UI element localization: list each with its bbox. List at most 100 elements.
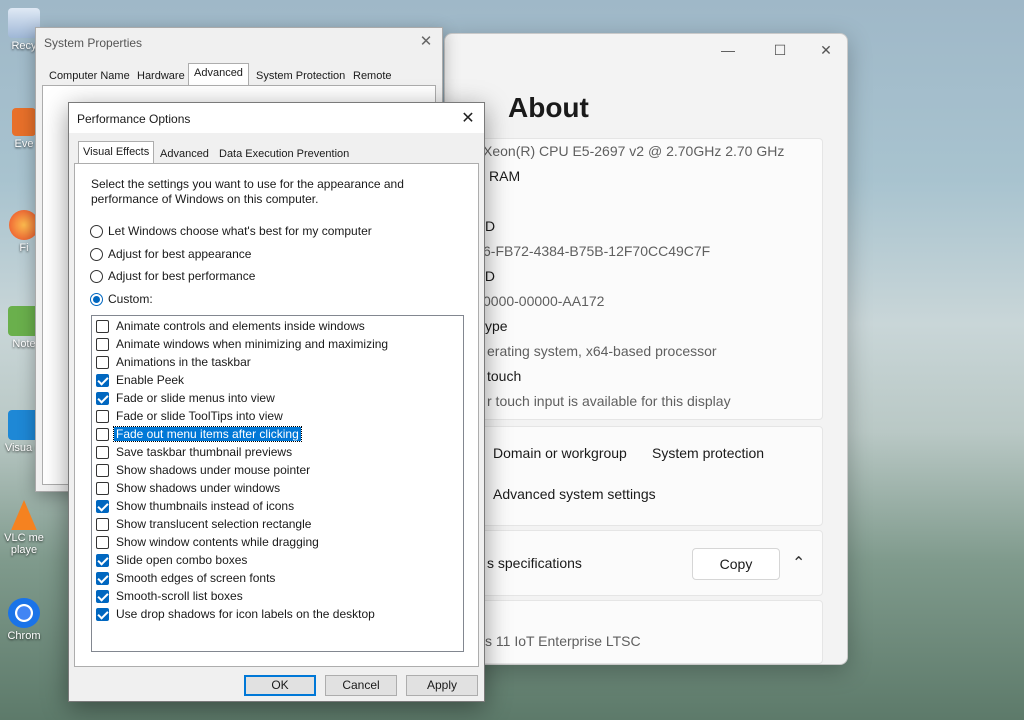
radio-best-appearance[interactable]: Adjust for best appearance: [90, 247, 251, 261]
pen-touch-label: touch: [487, 368, 522, 384]
checkbox[interactable]: [96, 517, 109, 531]
domain-workgroup-link[interactable]: Domain or workgroup: [493, 445, 627, 461]
visual-effects-list[interactable]: Animate controls and elements inside win…: [91, 315, 464, 652]
radio-label: Let Windows choose what's best for my co…: [108, 224, 372, 238]
apply-button[interactable]: Apply: [406, 675, 478, 696]
item-label: Fade out menu items after clicking: [113, 426, 302, 442]
related-links-card: [465, 426, 823, 526]
checkbox[interactable]: [96, 427, 109, 441]
window-title: System Properties: [44, 36, 143, 50]
list-item[interactable]: Fade or slide menus into view: [96, 389, 277, 407]
checkbox[interactable]: [96, 445, 109, 459]
radio-label: Adjust for best appearance: [108, 247, 252, 261]
radio-button: [90, 292, 103, 306]
system-protection-link[interactable]: System protection: [652, 445, 764, 461]
system-type-label: ype: [485, 318, 508, 334]
desktop-icon-vlc[interactable]: VLC me playe: [0, 500, 48, 556]
tab-data-execution-prevention[interactable]: Data Execution Prevention: [214, 145, 354, 163]
chevron-up-icon[interactable]: ⌃: [792, 553, 805, 573]
radio-label: Custom:: [108, 292, 153, 306]
item-label: Show thumbnails instead of icons: [116, 499, 295, 513]
advanced-system-settings-link[interactable]: Advanced system settings: [493, 486, 656, 502]
list-item[interactable]: Show shadows under mouse pointer: [96, 461, 312, 479]
checkbox[interactable]: [96, 607, 109, 621]
close-button[interactable]: ✕: [458, 108, 478, 128]
list-item[interactable]: Smooth edges of screen fonts: [96, 569, 277, 587]
pen-touch-value: r touch input is available for this disp…: [487, 393, 731, 409]
list-item[interactable]: Smooth-scroll list boxes: [96, 587, 245, 605]
checkbox[interactable]: [96, 319, 109, 333]
copy-button[interactable]: Copy: [692, 548, 780, 580]
page-title: About: [508, 92, 589, 123]
desktop-icon-label: Fi: [19, 242, 29, 254]
list-item[interactable]: Animate controls and elements inside win…: [96, 317, 367, 335]
checkbox[interactable]: [96, 355, 109, 369]
item-label: Smooth-scroll list boxes: [116, 589, 243, 603]
dialog-title: Performance Options: [77, 112, 191, 126]
list-item[interactable]: Show shadows under windows: [96, 479, 282, 497]
item-label: Slide open combo boxes: [116, 553, 248, 567]
everything-icon: [12, 108, 36, 136]
tab-advanced[interactable]: Advanced: [188, 63, 249, 86]
close-button[interactable]: ✕: [416, 32, 436, 52]
ram-label: RAM: [489, 168, 521, 184]
system-type-value: erating system, x64-based processor: [487, 343, 717, 359]
checkbox[interactable]: [96, 373, 109, 387]
list-item[interactable]: Animate windows when minimizing and maxi…: [96, 335, 390, 353]
desktop-icon-chrome[interactable]: Chrom: [0, 598, 48, 642]
maximize-button[interactable]: ☐: [765, 40, 795, 60]
item-label: Use drop shadows for icon labels on the …: [116, 607, 375, 621]
list-item[interactable]: Show translucent selection rectangle: [96, 515, 313, 533]
close-button[interactable]: ✕: [811, 40, 841, 60]
list-item[interactable]: Slide open combo boxes: [96, 551, 249, 569]
item-label: Animate controls and elements inside win…: [116, 319, 365, 333]
ok-button[interactable]: OK: [244, 675, 316, 696]
list-item[interactable]: Show thumbnails instead of icons: [96, 497, 296, 515]
item-label: Fade or slide menus into view: [116, 391, 275, 405]
list-item[interactable]: Save taskbar thumbnail previews: [96, 443, 294, 461]
product-id-value: 0000-00000-AA172: [483, 293, 605, 309]
checkbox[interactable]: [96, 499, 109, 513]
tab-advanced[interactable]: Advanced: [155, 145, 214, 163]
description-text: Select the settings you want to use for …: [91, 177, 404, 206]
tab-computer-name[interactable]: Computer Name: [43, 66, 136, 86]
radio-label: Adjust for best performance: [108, 269, 256, 283]
list-item[interactable]: Fade or slide ToolTips into view: [96, 407, 285, 425]
tab-remote[interactable]: Remote: [347, 66, 398, 86]
checkbox[interactable]: [96, 553, 109, 567]
item-label: Show shadows under windows: [116, 481, 281, 495]
processor-value: Xeon(R) CPU E5-2697 v2 @ 2.70GHz 2.70 GH…: [483, 143, 785, 159]
checkbox[interactable]: [96, 391, 109, 405]
tab-system-protection[interactable]: System Protection: [250, 66, 351, 86]
item-label: Show shadows under mouse pointer: [116, 463, 311, 477]
performance-options-dialog: Performance Options ✕ Visual Effects Adv…: [68, 102, 485, 702]
radio-best-performance[interactable]: Adjust for best performance: [90, 269, 255, 283]
list-item[interactable]: Animations in the taskbar: [96, 353, 253, 371]
checkbox[interactable]: [96, 463, 109, 477]
checkbox[interactable]: [96, 481, 109, 495]
desktop-icon-label: Note: [12, 338, 36, 350]
checkbox[interactable]: [96, 337, 109, 351]
radio-button: [90, 269, 103, 283]
settings-window: — ☐ ✕ › About Xeon(R) CPU E5-2697 v2 @ 2…: [444, 33, 848, 665]
checkbox[interactable]: [96, 571, 109, 585]
item-label: Show translucent selection rectangle: [116, 517, 312, 531]
list-item[interactable]: Use drop shadows for icon labels on the …: [96, 605, 377, 623]
minimize-button[interactable]: —: [713, 40, 743, 60]
desktop-icon-label: VLC me playe: [4, 532, 44, 556]
list-item-selected[interactable]: Fade out menu items after clicking: [96, 425, 302, 443]
checkbox[interactable]: [96, 589, 109, 603]
checkbox[interactable]: [96, 535, 109, 549]
desktop-icon-label: Recy: [11, 40, 37, 52]
cancel-button[interactable]: Cancel: [325, 675, 397, 696]
item-label: Enable Peek: [116, 373, 185, 387]
checkbox[interactable]: [96, 409, 109, 423]
radio-let-windows-choose[interactable]: Let Windows choose what's best for my co…: [90, 224, 372, 238]
list-item[interactable]: Show window contents while dragging: [96, 533, 321, 551]
radio-custom[interactable]: Custom:: [90, 292, 153, 306]
tab-hardware[interactable]: Hardware: [131, 66, 191, 86]
tab-visual-effects[interactable]: Visual Effects: [78, 141, 155, 164]
item-label: Save taskbar thumbnail previews: [116, 445, 293, 459]
edition-card: [465, 600, 823, 664]
list-item[interactable]: Enable Peek: [96, 371, 186, 389]
